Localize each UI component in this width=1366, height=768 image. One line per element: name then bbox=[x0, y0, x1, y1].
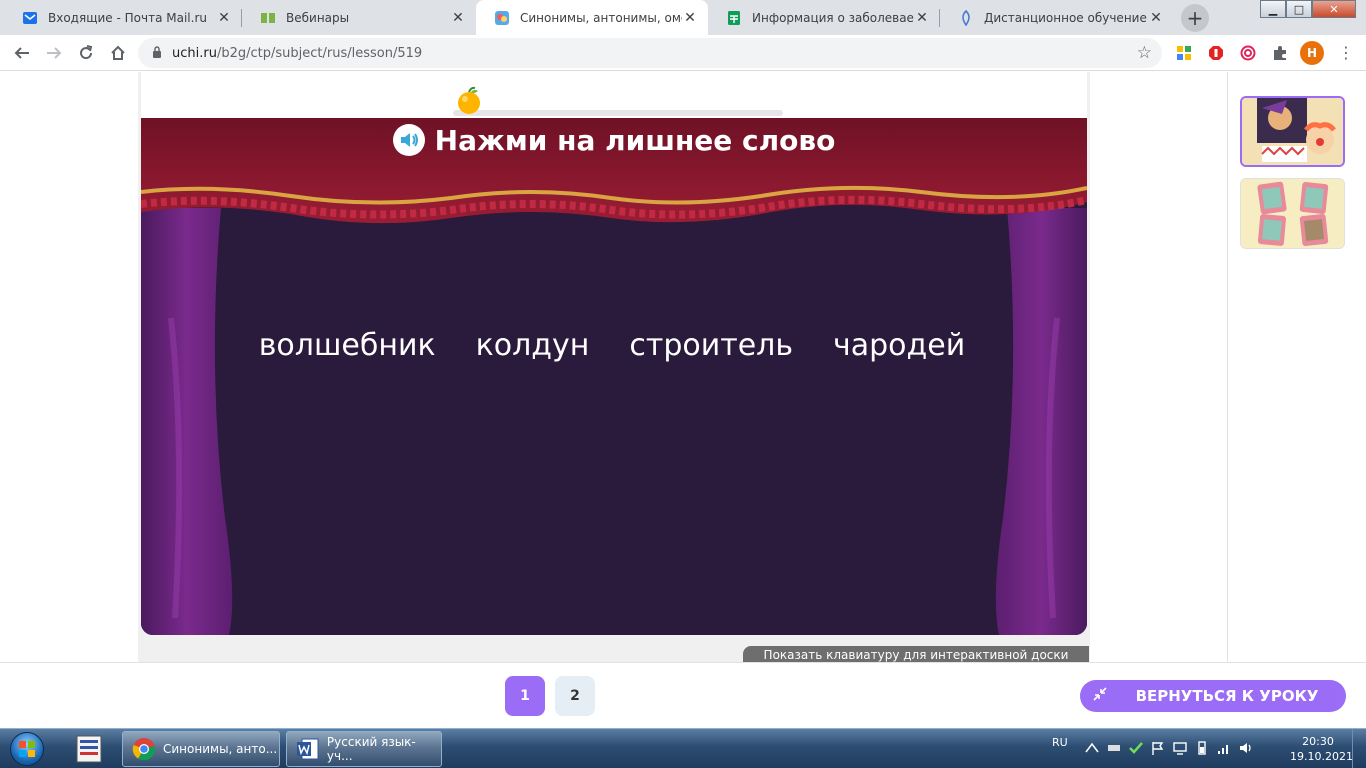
tab-title: Синонимы, антонимы, омоним bbox=[520, 10, 682, 25]
new-tab-button[interactable]: + bbox=[1181, 4, 1209, 32]
tab-mail[interactable]: Входящие - Почта Mail.ru ✕ bbox=[4, 0, 242, 35]
flag-tray-icon[interactable] bbox=[1150, 740, 1166, 759]
menu-kebab-icon[interactable]: ⋮ bbox=[1338, 43, 1354, 62]
tab-title: Дистанционное обучение МО bbox=[984, 10, 1148, 25]
monitor-tray-icon[interactable] bbox=[1172, 740, 1188, 759]
page-content: Нажми на лишнее слово волшебник колдун с… bbox=[0, 72, 1366, 728]
back-to-lesson-label: ВЕРНУТЬСЯ К УРОКУ bbox=[1135, 687, 1319, 705]
tab-distance[interactable]: Дистанционное обучение МО ✕ bbox=[940, 0, 1174, 35]
lock-icon bbox=[152, 45, 162, 61]
progress-bar bbox=[453, 110, 783, 116]
chrome-icon bbox=[131, 736, 157, 762]
puzzle-icon[interactable] bbox=[1270, 43, 1290, 63]
word-option[interactable]: строитель bbox=[627, 324, 795, 367]
check-tray-icon[interactable] bbox=[1128, 740, 1144, 759]
tab-strip: Входящие - Почта Mail.ru ✕ Вебинары ✕ Си… bbox=[0, 0, 1366, 35]
profile-avatar[interactable]: H bbox=[1300, 41, 1324, 65]
tab-synonyms[interactable]: Синонимы, антонимы, омоним ✕ bbox=[476, 0, 708, 35]
page-button-1[interactable]: 1 bbox=[505, 676, 545, 716]
maximize-button[interactable]: □ bbox=[1286, 0, 1312, 18]
uchi-icon bbox=[494, 10, 510, 26]
word-options: волшебник колдун строитель чародей bbox=[141, 324, 1087, 367]
tab-webinars[interactable]: Вебинары ✕ bbox=[242, 0, 476, 35]
language-indicator[interactable]: RU bbox=[1052, 736, 1068, 749]
reload-icon[interactable] bbox=[74, 41, 98, 65]
word-option[interactable]: волшебник bbox=[257, 324, 438, 367]
url-host: uchi.ru bbox=[172, 45, 217, 61]
mail-icon bbox=[22, 10, 38, 26]
windows-taskbar: Синонимы, анто... Русский язык-уч... RU … bbox=[0, 728, 1366, 768]
tab-close-icon[interactable]: ✕ bbox=[1148, 10, 1164, 26]
tab-title: Информация о заболеваемост bbox=[752, 10, 914, 25]
tab-close-icon[interactable]: ✕ bbox=[216, 10, 232, 26]
forward-arrow-icon[interactable] bbox=[42, 41, 66, 65]
taskbar-chrome-window[interactable]: Синонимы, анто... bbox=[122, 731, 280, 767]
close-window-button[interactable]: ✕ bbox=[1312, 0, 1356, 18]
speaker-icon bbox=[400, 133, 418, 147]
tray-icons bbox=[1084, 729, 1254, 768]
start-button[interactable] bbox=[4, 730, 50, 768]
taskbar-task-label: Синонимы, анто... bbox=[163, 742, 278, 756]
sheets-icon bbox=[726, 10, 742, 26]
windows-logo-icon bbox=[10, 732, 44, 766]
adblock-icon[interactable] bbox=[1206, 43, 1226, 63]
address-bar[interactable]: uchi.ru/b2g/ctp/subject/rus/lesson/519 ☆ bbox=[138, 38, 1162, 68]
page-button-2[interactable]: 2 bbox=[555, 676, 595, 716]
slide-thumbnail-clown[interactable] bbox=[1240, 96, 1345, 167]
progress-header bbox=[141, 72, 1087, 118]
collapse-arrows-icon bbox=[1080, 687, 1120, 705]
home-icon[interactable] bbox=[106, 41, 130, 65]
apple-icon bbox=[455, 86, 485, 120]
back-arrow-icon[interactable] bbox=[10, 41, 34, 65]
cards-thumbnail-image bbox=[1241, 179, 1344, 248]
window-controls: ▁ □ ✕ bbox=[1260, 0, 1356, 20]
browser-toolbar: uchi.ru/b2g/ctp/subject/rus/lesson/519 ☆… bbox=[0, 35, 1366, 71]
theater-stage: Нажми на лишнее слово волшебник колдун с… bbox=[141, 118, 1087, 635]
pin-icon bbox=[958, 9, 974, 26]
back-to-lesson-button[interactable]: ВЕРНУТЬСЯ К УРОКУ bbox=[1080, 680, 1346, 712]
target-icon[interactable] bbox=[1238, 43, 1258, 63]
system-tray: RU bbox=[1052, 729, 1068, 768]
speaker-button[interactable] bbox=[392, 124, 425, 156]
url-path: /b2g/ctp/subject/rus/lesson/519 bbox=[216, 45, 423, 61]
url-text: uchi.ru/b2g/ctp/subject/rus/lesson/519 bbox=[172, 46, 422, 61]
word-icon bbox=[295, 736, 321, 762]
clock-time: 20:30 bbox=[1302, 735, 1334, 748]
taskbar-word-window[interactable]: Русский язык-уч... bbox=[286, 731, 442, 767]
lesson-footer: 1 2 ВЕРНУТЬСЯ К УРОКУ bbox=[0, 662, 1366, 728]
tab-close-icon[interactable]: ✕ bbox=[450, 10, 466, 26]
tab-info[interactable]: Информация о заболеваемост ✕ bbox=[708, 0, 940, 35]
task-instruction: Нажми на лишнее слово bbox=[434, 123, 836, 157]
tab-close-icon[interactable]: ✕ bbox=[914, 10, 930, 26]
bookmark-star-icon[interactable]: ☆ bbox=[1137, 43, 1152, 63]
minimize-button[interactable]: ▁ bbox=[1260, 0, 1286, 18]
task-header: Нажми на лишнее слово bbox=[141, 120, 1087, 160]
tab-title: Вебинары bbox=[286, 10, 350, 25]
show-desktop-button[interactable] bbox=[1352, 729, 1366, 768]
slide-thumbnail-cards[interactable] bbox=[1240, 178, 1345, 249]
word-option[interactable]: колдун bbox=[474, 324, 592, 367]
battery-tray-icon[interactable] bbox=[1194, 740, 1210, 759]
clock-date: 19.10.2021 bbox=[1290, 750, 1353, 763]
tab-close-icon[interactable]: ✕ bbox=[682, 10, 698, 26]
tools-tray-icon[interactable] bbox=[1106, 740, 1122, 759]
system-clock[interactable]: 20:30 19.10.2021 bbox=[1290, 734, 1353, 764]
taskbar-task-label: Русский язык-уч... bbox=[326, 735, 416, 763]
signal-tray-icon[interactable] bbox=[1216, 740, 1232, 759]
book-icon bbox=[260, 10, 276, 26]
tab-title: Входящие - Почта Mail.ru bbox=[48, 10, 207, 25]
clown-thumbnail-image bbox=[1242, 98, 1343, 165]
network-tray-icon[interactable] bbox=[1084, 740, 1100, 759]
word-option[interactable]: чародей bbox=[831, 324, 967, 367]
extension-grid-icon[interactable] bbox=[1174, 43, 1194, 63]
exercise-container: Нажми на лишнее слово волшебник колдун с… bbox=[138, 72, 1090, 662]
volume-tray-icon[interactable] bbox=[1238, 740, 1254, 759]
curtain-background bbox=[141, 118, 1087, 635]
pinned-app-icon[interactable] bbox=[72, 732, 106, 766]
sidebar-divider bbox=[1227, 72, 1228, 662]
